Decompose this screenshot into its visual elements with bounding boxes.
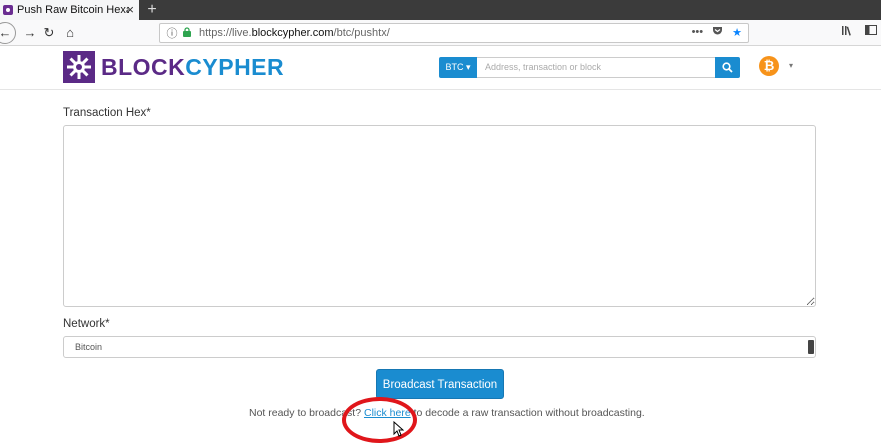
home-icon[interactable]: ⌂ — [60, 23, 80, 43]
transaction-hex-label: Transaction Hex* — [63, 107, 151, 119]
browser-tab-bar: Push Raw Bitcoin Hexade × + — [0, 0, 881, 20]
new-tab-button[interactable]: + — [145, 0, 159, 20]
search-icon — [722, 62, 733, 73]
search-input[interactable]: Address, transaction or block — [477, 57, 715, 78]
back-icon[interactable]: ← — [0, 22, 16, 44]
page-actions-icon[interactable]: ••• — [692, 26, 704, 39]
transaction-hex-textarea[interactable] — [63, 125, 816, 307]
logo-wordmark: BLOCKCYPHER — [101, 54, 285, 80]
broadcast-transaction-button[interactable]: Broadcast Transaction — [376, 369, 504, 399]
tab-close-icon[interactable]: × — [126, 2, 134, 18]
blockcypher-logo[interactable]: BLOCKCYPHER — [63, 51, 284, 83]
decode-hint: Not ready to broadcast? Click here to de… — [249, 407, 645, 419]
blockcypher-favicon-icon — [3, 5, 13, 15]
coin-dropdown-button[interactable]: BTC ▾ — [439, 57, 477, 78]
search-group: BTC ▾ Address, transaction or block — [439, 57, 740, 78]
forward-icon[interactable]: → — [20, 23, 40, 43]
search-button[interactable] — [715, 57, 740, 78]
network-selected-value: Bitcoin — [75, 342, 103, 352]
mouse-cursor-icon — [393, 421, 404, 437]
browser-tab[interactable]: Push Raw Bitcoin Hexade × — [0, 0, 139, 20]
url-text: https://live.blockcypher.com/btc/pushtx/ — [199, 27, 390, 39]
star-icon[interactable]: ★ — [732, 26, 742, 39]
browser-nav-bar: ← → ↻ ⌂ ⓘ https://live.blockcypher.com/b… — [0, 20, 881, 46]
chevron-down-icon[interactable]: ▾ — [789, 61, 793, 70]
url-actions: ••• ★ — [692, 26, 742, 39]
site-header: BLOCKCYPHER BTC ▾ Address, transaction o… — [0, 46, 881, 90]
library-icon[interactable] — [842, 25, 853, 39]
network-label: Network* — [63, 318, 110, 330]
info-icon[interactable]: ⓘ — [165, 25, 179, 41]
url-bar[interactable]: ⓘ https://live.blockcypher.com/btc/pusht… — [159, 23, 749, 43]
browser-toolbar — [842, 25, 877, 39]
select-arrow-icon — [808, 340, 814, 354]
network-select[interactable]: Bitcoin — [63, 336, 816, 358]
tab-title: Push Raw Bitcoin Hexade — [17, 4, 129, 16]
red-annotation-circle — [342, 397, 417, 443]
logo-gear-icon — [63, 51, 95, 83]
sidebar-icon[interactable] — [865, 25, 877, 39]
pocket-icon[interactable] — [712, 26, 723, 39]
bitcoin-icon[interactable]: ₿ — [759, 56, 779, 76]
lock-icon[interactable] — [183, 26, 193, 40]
reload-icon[interactable]: ↻ — [39, 23, 59, 43]
